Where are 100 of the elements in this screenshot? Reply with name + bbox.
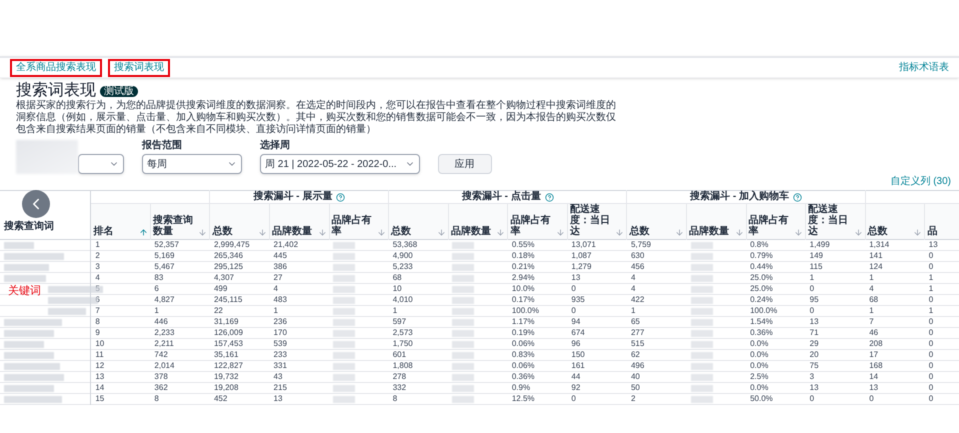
filter-label: 选择周 — [260, 140, 291, 152]
sort-icon[interactable] — [436, 228, 446, 237]
sort-icon[interactable] — [615, 228, 624, 237]
table-cell: 8 — [150, 394, 210, 404]
table-cell: 2.5% — [746, 372, 806, 382]
table-cell: 95 — [806, 294, 866, 306]
table-cell: 0 — [924, 338, 959, 350]
column-header[interactable]: 品牌占有率 — [748, 215, 794, 237]
column-header[interactable]: 品牌数量 — [272, 226, 312, 237]
column-header[interactable]: 总数 — [391, 226, 412, 237]
sort-icon[interactable] — [854, 228, 863, 237]
table-cell: 122,827 — [210, 360, 270, 372]
redacted-block — [4, 318, 62, 326]
group-header: 搜索漏斗 - 点击量 — [462, 191, 541, 203]
table-cell: 53,368 — [388, 240, 448, 250]
table-cell: 13 — [270, 394, 330, 404]
page-title: 搜索词表现 — [16, 82, 96, 100]
redacted-block — [4, 352, 54, 358]
help-icon[interactable] — [544, 192, 554, 202]
table-cell: 12.5% — [508, 394, 568, 404]
table-cell: 422 — [626, 294, 687, 306]
sort-icon[interactable] — [734, 228, 744, 237]
tab-link[interactable]: 全系商品搜索表现 — [10, 58, 102, 76]
table-cell: 13 — [90, 372, 150, 382]
back-button[interactable] — [22, 190, 50, 218]
help-icon[interactable] — [336, 192, 346, 202]
redacted-block — [4, 264, 49, 270]
sort-icon[interactable] — [258, 228, 268, 237]
table-cell: 0.36% — [508, 372, 568, 382]
table-cell: 52,357 — [150, 240, 210, 250]
table-cell: 40 — [626, 372, 687, 382]
table-cell: 1 — [626, 306, 687, 316]
table-cell: 4 — [626, 272, 687, 284]
redacted-block — [4, 242, 34, 248]
glossary-link[interactable]: 指标术语表 — [899, 60, 949, 75]
select-field[interactable]: 周 21 | 2022-05-22 - 2022-0... — [260, 154, 420, 174]
column-header[interactable]: 排名 — [93, 226, 114, 237]
column-header[interactable]: 品牌数量 — [450, 226, 491, 237]
table-cell: 630 — [626, 250, 687, 262]
column-header[interactable]: 品牌占有率 — [332, 215, 376, 237]
filter-label: 报告范围 — [142, 140, 183, 152]
select-field[interactable]: 每周 — [142, 154, 242, 174]
redacted-block — [4, 252, 64, 260]
column-header[interactable]: 总数 — [212, 226, 232, 237]
redacted-block — [4, 274, 46, 282]
apply-button[interactable]: 应用 — [438, 154, 492, 174]
select-field[interactable] — [78, 154, 124, 174]
column-header[interactable]: 总数 — [629, 226, 650, 237]
help-icon[interactable] — [793, 192, 802, 202]
column-header[interactable]: 品牌占有率 — [510, 215, 555, 237]
column-header[interactable]: 搜索查询词 — [4, 221, 54, 232]
redacted-block — [4, 374, 64, 380]
sort-icon[interactable] — [377, 228, 386, 237]
sort-icon[interactable] — [556, 228, 565, 237]
sort-icon[interactable] — [198, 228, 208, 237]
table-cell: 44 — [567, 372, 627, 382]
redacted-block — [4, 396, 62, 402]
column-header[interactable]: 搜索查询数量 — [152, 215, 198, 237]
column-header[interactable]: 总数 — [868, 226, 888, 237]
table-cell: 1 — [924, 272, 959, 284]
table-cell: 14 — [90, 382, 150, 394]
table-cell: 0.24% — [746, 294, 806, 306]
sort-icon[interactable] — [318, 228, 327, 237]
table-cell: 5,467 — [150, 262, 210, 272]
sort-icon[interactable] — [913, 228, 922, 237]
table-cell: 4,900 — [388, 250, 448, 262]
table-cell: 46 — [865, 328, 925, 338]
sort-icon[interactable] — [496, 228, 506, 237]
table-cell: 2,014 — [150, 360, 210, 372]
table-cell: 7 — [865, 316, 925, 328]
table-cell: 65 — [626, 316, 687, 328]
table-cell: 0 — [806, 306, 866, 316]
tab-link[interactable]: 搜索词表现 — [108, 58, 170, 76]
table-cell: 10 — [90, 338, 150, 350]
table-cell: 27 — [270, 272, 330, 284]
table-cell: 386 — [270, 262, 330, 272]
table-cell: 75 — [806, 360, 866, 372]
table-cell: 0.83% — [508, 350, 568, 360]
redacted-block — [48, 286, 103, 292]
table-cell: 0 — [924, 350, 959, 360]
annotation-text: 关键词 — [8, 284, 41, 298]
table-cell: 17 — [865, 350, 925, 360]
redacted-block — [16, 140, 78, 174]
table-cell: 1 — [388, 306, 448, 316]
column-header[interactable]: 配送速度：当日达 — [570, 204, 614, 237]
table-cell: 22 — [210, 306, 270, 316]
sort-ascending-icon[interactable] — [138, 228, 148, 237]
column-header[interactable]: 品 — [927, 226, 938, 237]
sort-icon[interactable] — [794, 228, 804, 237]
column-header[interactable]: 品牌数量 — [689, 226, 730, 237]
column-header[interactable]: 配送速度：当日达 — [808, 204, 853, 237]
table-cell: 141 — [865, 250, 925, 262]
table-cell: 25.0% — [746, 272, 806, 284]
table-cell: 0.06% — [508, 338, 568, 350]
customize-columns-link[interactable]: 自定义列 (30) — [890, 176, 951, 188]
table-cell: 50 — [626, 382, 687, 394]
sort-icon[interactable] — [675, 228, 684, 237]
table-cell: 278 — [388, 372, 448, 382]
table-cell: 10.0% — [508, 284, 568, 294]
table-cell: 21,402 — [270, 240, 330, 250]
